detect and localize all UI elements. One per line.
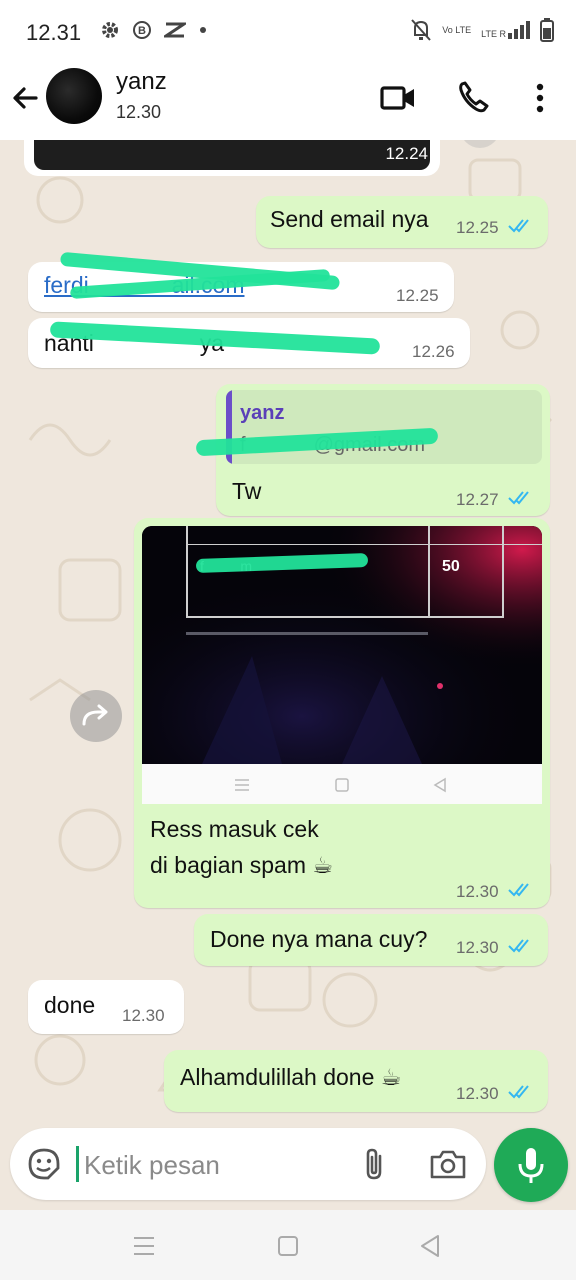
gear-icon <box>102 22 118 38</box>
back-arrow-icon[interactable] <box>8 78 48 118</box>
read-ticks-icon <box>508 219 529 233</box>
b-badge-icon: B <box>133 21 151 39</box>
message-time: 12.30 <box>456 1084 499 1103</box>
capcut-icon <box>164 22 186 38</box>
table-divider <box>428 526 430 616</box>
status-time: 12.31 <box>26 20 82 45</box>
message-time: 12.24 <box>385 144 428 163</box>
previous-image-message[interactable]: 12.24 <box>24 140 440 176</box>
quoted-message[interactable]: yanz f @gmail.com <box>226 390 542 464</box>
message-time: 12.27 <box>456 490 499 509</box>
forward-button[interactable] <box>70 690 122 742</box>
outgoing-message[interactable]: Alhamdulillah done ☕ 12.30 <box>164 1050 548 1112</box>
system-nav-bar <box>0 1210 576 1280</box>
message-time: 12.30 <box>122 1006 165 1025</box>
previous-image-thumb[interactable] <box>34 140 430 170</box>
svg-text:B: B <box>138 25 146 37</box>
mic-button[interactable] <box>494 1128 568 1202</box>
message-text: Alhamdulillah done ☕ <box>180 1064 402 1090</box>
voice-call-icon[interactable] <box>454 78 494 118</box>
read-ticks-icon <box>508 883 529 897</box>
table-line <box>188 544 542 545</box>
avatar[interactable] <box>46 68 102 124</box>
table-value: 50 <box>442 558 460 575</box>
quoted-sender: yanz <box>240 402 285 424</box>
message-time: 12.25 <box>456 218 499 237</box>
contact-name[interactable]: yanz <box>116 68 167 96</box>
status-bar: 12.31 B Vo LTE LTE R <box>0 0 576 64</box>
mic-icon <box>518 1148 544 1183</box>
message-time: 12.30 <box>456 938 499 957</box>
message-time: 12.30 <box>456 882 499 901</box>
home-icon[interactable] <box>268 1228 308 1264</box>
outgoing-message[interactable]: Send email nya 12.25 <box>256 196 548 248</box>
message-time: 12.25 <box>396 286 439 305</box>
outgoing-message[interactable]: Done nya mana cuy? 12.30 <box>194 914 548 966</box>
message-text: done <box>44 992 96 1018</box>
read-ticks-icon <box>508 1085 529 1099</box>
dot-icon <box>200 27 206 33</box>
status-icons-right: Vo LTE LTE R <box>410 18 554 42</box>
chat-area[interactable]: 12.24 Send email nya 12.25 ferdi ail.com… <box>0 140 576 1128</box>
outgoing-image-message[interactable]: f m 50 Ress masuk cek di bagian spam ☕ 1… <box>134 518 550 908</box>
mute-icon <box>411 19 432 41</box>
chat-header: yanz 12.30 <box>0 64 576 140</box>
text-cursor <box>76 1146 79 1182</box>
message-text: Tw <box>232 478 262 504</box>
volte-icon: Vo LTE <box>442 24 472 35</box>
caption-line-2: di bagian spam ☕ <box>150 852 334 878</box>
screenshot-nav-bar <box>142 764 542 804</box>
status-icons-left: B <box>100 20 208 40</box>
lte-signal-icon: LTE R <box>481 21 530 39</box>
read-ticks-icon <box>508 939 529 953</box>
message-text: Done nya mana cuy? <box>210 926 428 952</box>
message-time: 12.26 <box>412 342 455 361</box>
back-icon[interactable] <box>410 1228 450 1264</box>
sticker-emoji-icon[interactable] <box>24 1144 64 1184</box>
caption-line-1: Ress masuk cek <box>150 816 319 842</box>
forward-icon <box>82 704 108 726</box>
recents-menu-icon[interactable] <box>124 1228 164 1264</box>
video-call-icon[interactable] <box>378 78 418 118</box>
message-input[interactable] <box>82 1142 346 1188</box>
menu-icon <box>235 779 249 791</box>
attach-icon[interactable] <box>354 1144 394 1184</box>
net-label-1: Vo LTE <box>442 24 472 35</box>
more-options-icon[interactable] <box>520 78 560 118</box>
message-text: Send email nya <box>270 206 429 232</box>
screenshot-table: f m 50 <box>186 526 542 618</box>
message-composer <box>10 1128 486 1200</box>
home-square-icon <box>335 778 349 792</box>
read-ticks-icon <box>508 491 529 505</box>
battery-icon <box>540 18 554 42</box>
back-triangle-icon <box>433 777 446 793</box>
camera-icon[interactable] <box>428 1144 468 1184</box>
net-label-2: LTE R <box>481 29 506 39</box>
screenshot-divider <box>186 632 428 635</box>
incoming-message[interactable]: done 12.30 <box>28 980 184 1034</box>
last-seen: 12.30 <box>116 102 162 122</box>
